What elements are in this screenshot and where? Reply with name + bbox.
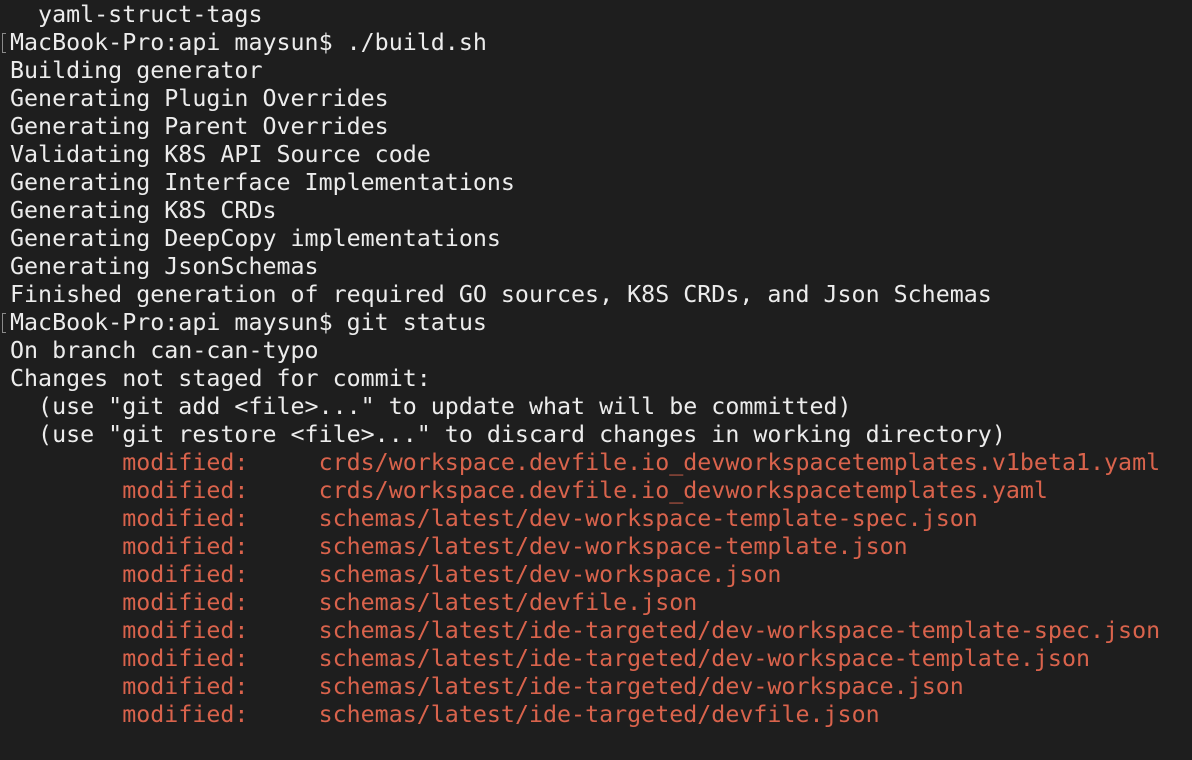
modified-label: modified: [122,701,249,728]
output-line: (use "git add <file>..." to update what … [10,393,852,420]
modified-path: schemas/latest/ide-targeted/devfile.json [318,701,880,728]
output-line: Validating K8S API Source code [10,141,431,168]
modified-path: schemas/latest/dev-workspace-template.js… [318,533,908,560]
modified-label: modified: [122,645,249,672]
modified-path: schemas/latest/ide-targeted/dev-workspac… [318,645,1091,672]
terminal-output: yaml-struct-tags MacBook-Pro:api maysun$… [2,1,1160,729]
output-line: Generating K8S CRDs [10,197,277,224]
modified-path: schemas/latest/dev-workspace.json [318,561,782,588]
output-line: Generating Plugin Overrides [10,85,389,112]
modified-label: modified: [122,533,249,560]
prompt-command: MacBook-Pro:api maysun$ ./build.sh [10,29,487,56]
modified-path: schemas/latest/ide-targeted/dev-workspac… [318,617,1161,644]
output-line: Building generator [10,57,263,84]
modified-file-line: modified: schemas/latest/ide-targeted/dev… [10,673,1160,701]
prompt-mark-icon [2,33,6,53]
output-line: On branch can-can-typo [10,337,319,364]
modified-label: modified: [122,589,249,616]
modified-file-line: modified: schemas/latest/dev-workspace.js… [10,561,1160,589]
prompt-line: MacBook-Pro:api maysun$ git status [2,309,1160,337]
modified-path: schemas/latest/dev-workspace-template-sp… [318,505,978,532]
modified-file-line: modified: schemas/latest/devfile.json [10,589,1160,617]
modified-path: schemas/latest/ide-targeted/dev-workspac… [318,673,964,700]
prompt-mark-icon [2,313,6,333]
modified-label: modified: [122,561,249,588]
output-line: Finished generation of required GO sourc… [10,281,992,308]
modified-label: modified: [122,477,249,504]
modified-path: crds/workspace.devfile.io_devworkspacete… [318,449,1161,476]
modified-file-line: modified: schemas/latest/ide-targeted/dev… [10,645,1160,673]
modified-path: crds/workspace.devfile.io_devworkspacete… [318,477,1048,504]
output-line: Changes not staged for commit: [10,365,431,392]
prompt-command: MacBook-Pro:api maysun$ git status [10,309,487,336]
output-line: Generating Interface Implementations [10,169,515,196]
modified-file-line: modified: schemas/latest/dev-workspace-te… [10,533,1160,561]
output-line: yaml-struct-tags [10,1,263,28]
output-line: Generating DeepCopy implementations [10,225,501,252]
modified-label: modified: [122,449,249,476]
prompt-line: MacBook-Pro:api maysun$ ./build.sh [2,29,1160,57]
modified-file-line: modified: schemas/latest/ide-targeted/dev… [10,617,1160,645]
modified-label: modified: [122,617,249,644]
output-line: Generating Parent Overrides [10,113,389,140]
modified-label: modified: [122,673,249,700]
output-line: Generating JsonSchemas [10,253,319,280]
output-line: (use "git restore <file>..." to discard … [10,421,1006,448]
modified-path: schemas/latest/devfile.json [318,589,698,616]
modified-label: modified: [122,505,249,532]
modified-file-line: modified: schemas/latest/dev-workspace-te… [10,505,1160,533]
modified-file-line: modified: schemas/latest/ide-targeted/dev… [10,701,1160,729]
terminal-window[interactable]: yaml-struct-tags MacBook-Pro:api maysun$… [0,0,1192,760]
modified-file-line: modified: crds/workspace.devfile.io_devwo… [10,449,1160,477]
modified-file-line: modified: crds/workspace.devfile.io_devwo… [10,477,1160,505]
